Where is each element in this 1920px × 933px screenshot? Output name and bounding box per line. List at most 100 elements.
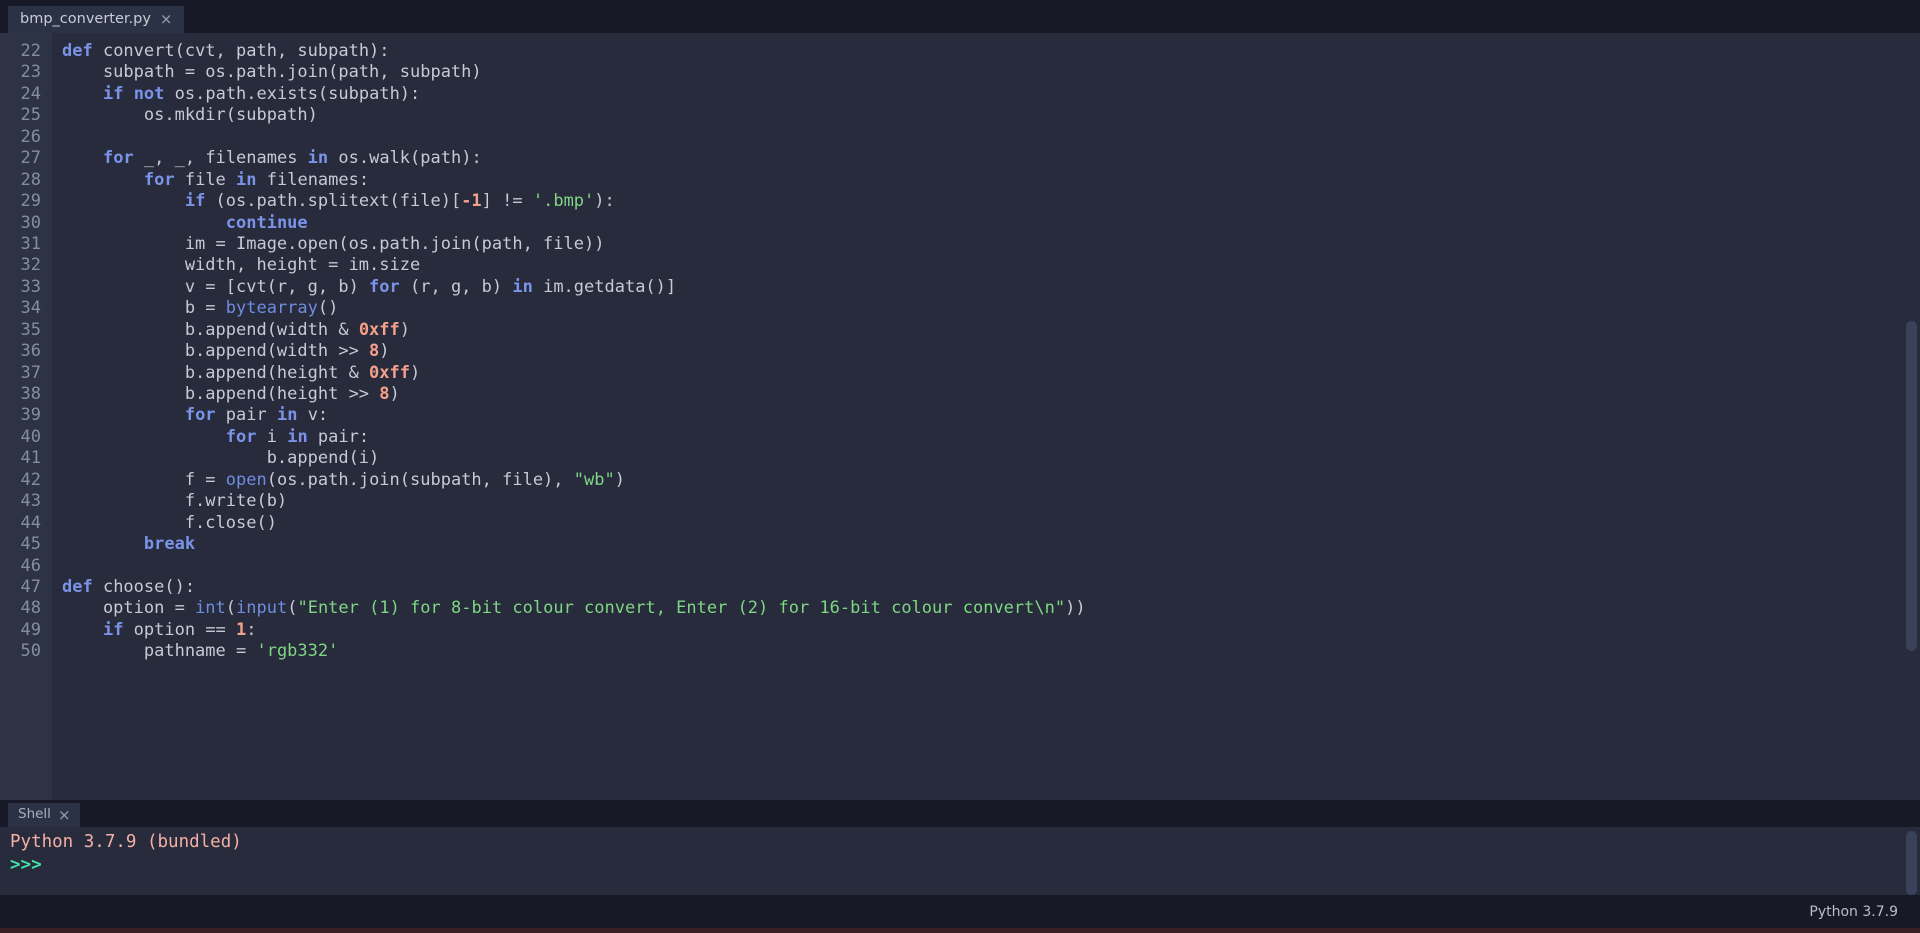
- code-token: f.write(b): [62, 491, 288, 512]
- code-token: open: [225, 469, 267, 490]
- shell-tab[interactable]: Shell ×: [8, 803, 80, 827]
- status-bar: Python 3.7.9: [0, 895, 1920, 928]
- code-token: if: [102, 619, 124, 640]
- code-line[interactable]: def choose():: [62, 577, 1920, 598]
- code-line[interactable]: b.append(i): [62, 448, 1920, 469]
- code-token: )): [1065, 598, 1086, 619]
- line-number: 47: [20, 576, 41, 597]
- code-token: int: [195, 598, 226, 619]
- code-token: option ==: [123, 619, 237, 640]
- editor-tab-bmp-converter[interactable]: bmp_converter.py ×: [8, 6, 184, 33]
- code-line[interactable]: [62, 127, 1920, 148]
- code-token: im.getdata()]: [532, 276, 677, 297]
- code-line[interactable]: width, height = im.size: [62, 255, 1920, 276]
- shell-output-area[interactable]: Python 3.7.9 (bundled) >>>: [0, 827, 1920, 895]
- code-token: b.append(i): [62, 448, 380, 469]
- code-line[interactable]: b.append(height & 0xff): [62, 363, 1920, 384]
- line-number: 24: [20, 83, 41, 104]
- code-token: ):: [594, 191, 615, 212]
- code-line[interactable]: b.append(height >> 8): [62, 384, 1920, 405]
- line-number: 32: [20, 255, 41, 276]
- code-token: (r, g, b): [399, 276, 513, 297]
- code-token: 0xff: [369, 362, 410, 383]
- shell-prompt[interactable]: >>>: [10, 854, 1920, 877]
- code-token: '.bmp': [532, 191, 595, 212]
- line-number: 45: [20, 534, 41, 555]
- code-token: b.append(height &: [62, 362, 370, 383]
- line-number: 44: [20, 512, 41, 533]
- line-number: 31: [20, 233, 41, 254]
- code-token: ] !=: [481, 191, 533, 212]
- line-number: 23: [20, 62, 41, 83]
- code-line[interactable]: pathname = 'rgb332': [62, 641, 1920, 662]
- code-line[interactable]: if not os.path.exists(subpath):: [62, 84, 1920, 105]
- code-line[interactable]: if option == 1:: [62, 620, 1920, 641]
- code-line[interactable]: for file in filenames:: [62, 170, 1920, 191]
- code-line[interactable]: im = Image.open(os.path.join(path, file)…: [62, 234, 1920, 255]
- code-line[interactable]: option = int(input("Enter (1) for 8-bit …: [62, 598, 1920, 619]
- line-number: 37: [20, 362, 41, 383]
- code-token: ): [614, 469, 625, 490]
- code-token: (: [225, 598, 237, 619]
- code-token: filenames:: [256, 169, 370, 190]
- line-number: 43: [20, 491, 41, 512]
- code-line[interactable]: b = bytearray(): [62, 298, 1920, 319]
- line-number: 38: [20, 384, 41, 404]
- code-token: def: [62, 576, 103, 597]
- shell-vertical-scrollbar[interactable]: [1906, 831, 1917, 895]
- status-interpreter[interactable]: Python 3.7.9: [1809, 904, 1898, 920]
- code-line[interactable]: for pair in v:: [62, 405, 1920, 426]
- code-line[interactable]: os.mkdir(subpath): [62, 105, 1920, 126]
- code-line[interactable]: f.write(b): [62, 491, 1920, 512]
- code-line[interactable]: for _, _, filenames in os.walk(path):: [62, 148, 1920, 169]
- editor-body[interactable]: 22 23 24 25 26 27 28 29 30 31 32 33 34 35 36 37 38 39 40 41…: [0, 33, 1920, 800]
- code-text-area[interactable]: def convert(cvt, path, subpath): subpath…: [52, 33, 1920, 800]
- code-line[interactable]: [62, 556, 1920, 577]
- code-token: "wb": [573, 469, 615, 490]
- code-token: in: [287, 426, 308, 447]
- code-line[interactable]: for i in pair:: [62, 427, 1920, 448]
- code-token: 'rgb332': [256, 641, 339, 662]
- close-icon[interactable]: ×: [160, 12, 173, 27]
- code-line[interactable]: v = [cvt(r, g, b) for (r, g, b) in im.ge…: [62, 277, 1920, 298]
- code-token: if: [184, 191, 206, 212]
- code-line[interactable]: def convert(cvt, path, subpath):: [62, 41, 1920, 62]
- code-line[interactable]: break: [62, 534, 1920, 555]
- code-line[interactable]: b.append(width & 0xff): [62, 320, 1920, 341]
- ide-window: bmp_converter.py × 22 23 24 25 26 27 28 29 30 31 3…: [0, 0, 1920, 933]
- code-token: bytearray: [225, 298, 318, 319]
- code-line[interactable]: f.close(): [62, 513, 1920, 534]
- line-number: 30: [20, 212, 41, 233]
- code-token: v:: [297, 405, 329, 426]
- code-line[interactable]: b.append(width >> 8): [62, 341, 1920, 362]
- editor-vertical-scrollbar[interactable]: [1906, 321, 1917, 651]
- code-token: 1: [236, 619, 247, 640]
- code-line[interactable]: if (os.path.splitext(file)[-1] != '.bmp'…: [62, 191, 1920, 212]
- code-token: b =: [62, 298, 226, 319]
- close-icon[interactable]: ×: [58, 807, 71, 823]
- line-number: 42: [20, 469, 41, 490]
- code-line[interactable]: f = open(os.path.join(subpath, file), "w…: [62, 470, 1920, 491]
- code-token: b.append(width &: [62, 319, 359, 340]
- code-token: width, height = im.size: [62, 255, 421, 276]
- code-token: 0xff: [358, 319, 400, 340]
- code-token: ): [399, 319, 411, 340]
- code-line[interactable]: subpath = os.path.join(path, subpath): [62, 62, 1920, 83]
- code-token: for: [369, 276, 400, 297]
- code-token: f.close(): [62, 512, 277, 533]
- line-number: 48: [20, 598, 41, 619]
- shell-pane: Shell × Python 3.7.9 (bundled) >>>: [0, 800, 1920, 895]
- line-number: 29: [20, 191, 41, 212]
- code-token: for: [225, 426, 257, 447]
- window-bottom-edge: [0, 928, 1920, 933]
- code-line[interactable]: continue: [62, 213, 1920, 234]
